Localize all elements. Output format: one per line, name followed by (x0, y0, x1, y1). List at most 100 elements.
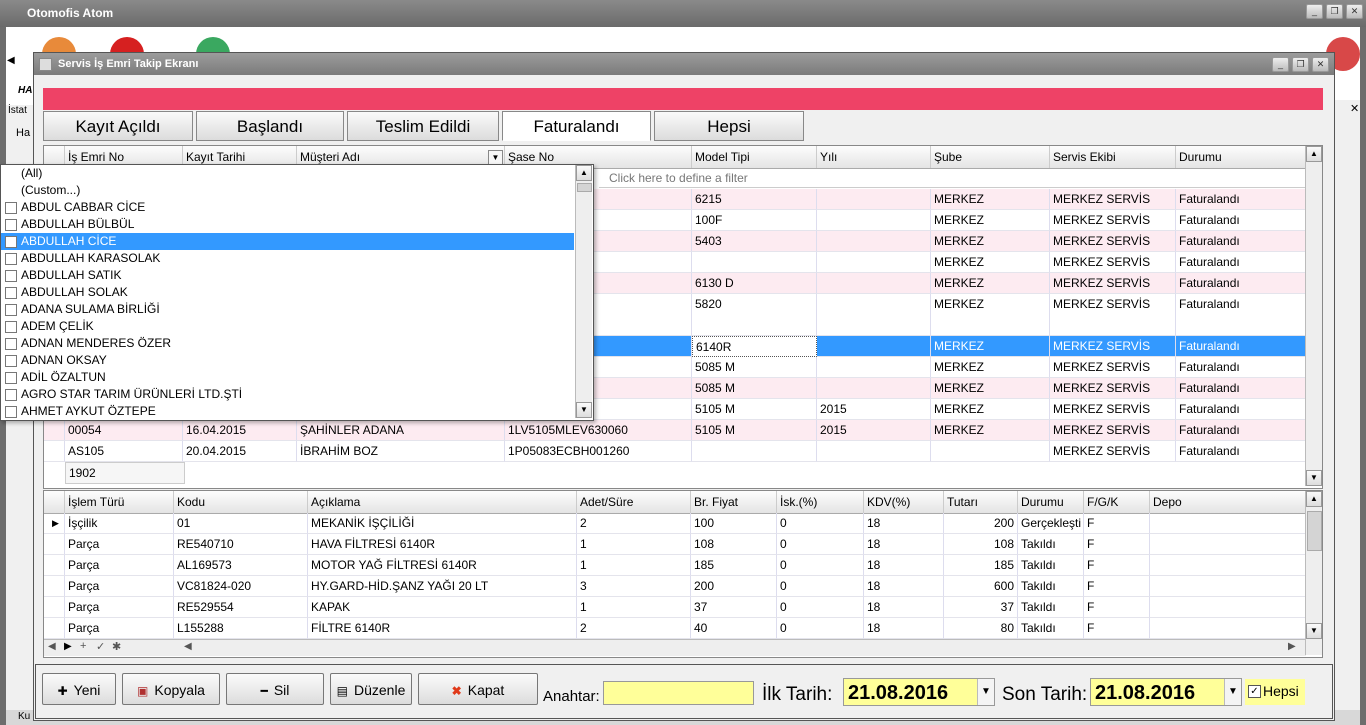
order-cell[interactable]: 5403 (692, 231, 817, 252)
order-cell[interactable]: MERKEZ SERVİS (1050, 294, 1176, 336)
order-row[interactable]: AS105 20.04.2015 İBRAHİM BOZ 1P05083ECBH001… (44, 441, 1306, 462)
detail-cell[interactable]: F (1084, 513, 1150, 534)
toolbar-scroll-left-icon[interactable]: ◀ (7, 55, 15, 66)
detail-cell[interactable]: F (1084, 534, 1150, 555)
detail-cell[interactable]: 2 (577, 618, 691, 639)
edit-button[interactable]: ▤ Düzenle (330, 673, 412, 705)
order-cell[interactable]: MERKEZ SERVİS (1050, 420, 1176, 441)
keyword-input[interactable] (603, 681, 754, 705)
detail-row[interactable]: Parça L155288 FİLTRE 6140R 2 40 0 18 80 Takıldı F (44, 618, 1306, 639)
detail-cell[interactable]: 40 (691, 618, 777, 639)
order-cell[interactable]: 6130 D (692, 273, 817, 294)
detail-cell[interactable]: 100 (691, 513, 777, 534)
nav-first-icon[interactable]: ◀ (48, 641, 56, 652)
detail-cell[interactable]: Parça (65, 618, 174, 639)
row-indicator[interactable] (44, 555, 65, 576)
tab-hepsi[interactable]: Hepsi (654, 111, 804, 141)
order-cell[interactable]: 1LV5105MLEV630060 (505, 420, 692, 441)
order-cell[interactable]: MERKEZ SERVİS (1050, 273, 1176, 294)
dropdown-vscroll[interactable]: ▲ ▼ (575, 165, 592, 418)
filter-checkbox[interactable] (5, 270, 17, 282)
order-cell[interactable]: Faturalandı (1176, 252, 1306, 273)
order-cell[interactable]: 20.04.2015 (183, 441, 297, 462)
order-cell[interactable]: 5085 M (692, 357, 817, 378)
details-vscroll[interactable]: ▲ ▼ (1305, 491, 1322, 655)
customer-filter-item[interactable]: (All) (1, 165, 574, 182)
detail-cell[interactable]: 80 (944, 618, 1018, 639)
hscroll-right-icon[interactable]: ▶ (1288, 641, 1296, 652)
row-indicator[interactable] (44, 576, 65, 597)
detail-cell[interactable]: Takıldı (1018, 555, 1084, 576)
filter-checkbox[interactable] (5, 389, 17, 401)
detail-cell[interactable]: 0 (777, 597, 864, 618)
order-cell[interactable]: 16.04.2015 (183, 420, 297, 441)
detail-cell[interactable]: VC81824-020 (174, 576, 308, 597)
tab-faturalandi[interactable]: Faturalandı (502, 111, 651, 141)
minimize-icon[interactable]: _ (1272, 57, 1289, 72)
order-cell[interactable]: 6215 (692, 189, 817, 210)
detail-cell[interactable]: F (1084, 597, 1150, 618)
order-cell[interactable]: MERKEZ SERVİS (1050, 252, 1176, 273)
detail-cell[interactable]: 108 (691, 534, 777, 555)
order-cell[interactable]: 5085 M (692, 378, 817, 399)
detail-cell[interactable]: 18 (864, 534, 944, 555)
order-cell[interactable]: 5105 M (692, 420, 817, 441)
order-cell[interactable]: Faturalandı (1176, 378, 1306, 399)
order-cell[interactable] (692, 252, 817, 273)
detail-cell[interactable]: FİLTRE 6140R (308, 618, 577, 639)
order-cell[interactable] (817, 273, 931, 294)
tab-baslandi[interactable]: Başlandı (196, 111, 344, 141)
customer-filter-item[interactable]: ADNAN MENDERES ÖZER (1, 335, 574, 352)
order-row[interactable]: 00054 16.04.2015 ŞAHİNLER ADANA 1LV5105MLEV… (44, 420, 1306, 441)
detail-cell[interactable]: Parça (65, 555, 174, 576)
customer-filter-item[interactable]: ABDULLAH SOLAK (1, 284, 574, 301)
order-cell[interactable] (817, 189, 931, 210)
detail-row[interactable]: Parça AL169573 MOTOR YAĞ FİLTRESİ 6140R 1 18… (44, 555, 1306, 576)
close-button[interactable]: ✖ Kapat (418, 673, 538, 705)
order-cell[interactable]: MERKEZ (931, 357, 1050, 378)
order-cell[interactable]: MERKEZ SERVİS (1050, 210, 1176, 231)
tab-kayit-acildi[interactable]: Kayıt Açıldı (43, 111, 193, 141)
order-cell[interactable] (817, 210, 931, 231)
tab-teslim-edildi[interactable]: Teslim Edildi (347, 111, 499, 141)
row-indicator[interactable] (44, 441, 65, 462)
order-cell[interactable]: Faturalandı (1176, 420, 1306, 441)
detail-cell[interactable] (1150, 555, 1306, 576)
order-cell[interactable]: 2015 (817, 399, 931, 420)
order-cell[interactable]: MERKEZ SERVİS (1050, 441, 1176, 462)
filter-checkbox[interactable] (5, 236, 17, 248)
detail-cell[interactable]: KAPAK (308, 597, 577, 618)
detail-cell[interactable]: Gerçekleşti (1018, 513, 1084, 534)
new-button[interactable]: ✚ Yeni (42, 673, 116, 705)
order-cell[interactable] (692, 441, 817, 462)
order-cell[interactable]: MERKEZ SERVİS (1050, 357, 1176, 378)
customer-filter-item[interactable]: ABDUL CABBAR CİCE (1, 199, 574, 216)
row-indicator[interactable] (44, 420, 65, 441)
order-cell[interactable]: 2015 (817, 420, 931, 441)
order-cell[interactable]: MERKEZ SERVİS (1050, 189, 1176, 210)
detail-cell[interactable]: RE540710 (174, 534, 308, 555)
close-icon[interactable]: ✕ (1312, 57, 1329, 72)
minimize-icon[interactable]: _ (1306, 4, 1323, 19)
customer-filter-item[interactable]: ABDULLAH BÜLBÜL (1, 216, 574, 233)
detail-cell[interactable]: Parça (65, 576, 174, 597)
scroll-down-icon[interactable]: ▼ (1306, 470, 1322, 486)
order-cell[interactable]: Faturalandı (1176, 189, 1306, 210)
order-cell[interactable]: AS105 (65, 441, 183, 462)
customer-filter-item[interactable]: ADİL ÖZALTUN (1, 369, 574, 386)
filter-checkbox[interactable] (5, 219, 17, 231)
detail-cell[interactable]: 18 (864, 555, 944, 576)
nav-next-icon[interactable]: ▶ (64, 641, 72, 652)
detail-cell[interactable]: 1 (577, 534, 691, 555)
detail-cell[interactable]: Takıldı (1018, 597, 1084, 618)
order-cell[interactable]: MERKEZ (931, 294, 1050, 336)
order-cell[interactable]: Faturalandı (1176, 336, 1306, 357)
order-cell[interactable]: 1P05083ECBH001260 (505, 441, 692, 462)
detail-cell[interactable]: Takıldı (1018, 576, 1084, 597)
order-cell[interactable]: 6140R (692, 336, 817, 357)
restore-icon[interactable]: ❐ (1326, 4, 1343, 19)
detail-cell[interactable]: 185 (944, 555, 1018, 576)
restore-icon[interactable]: ❐ (1292, 57, 1309, 72)
detail-cell[interactable]: 18 (864, 513, 944, 534)
detail-cell[interactable]: 0 (777, 576, 864, 597)
